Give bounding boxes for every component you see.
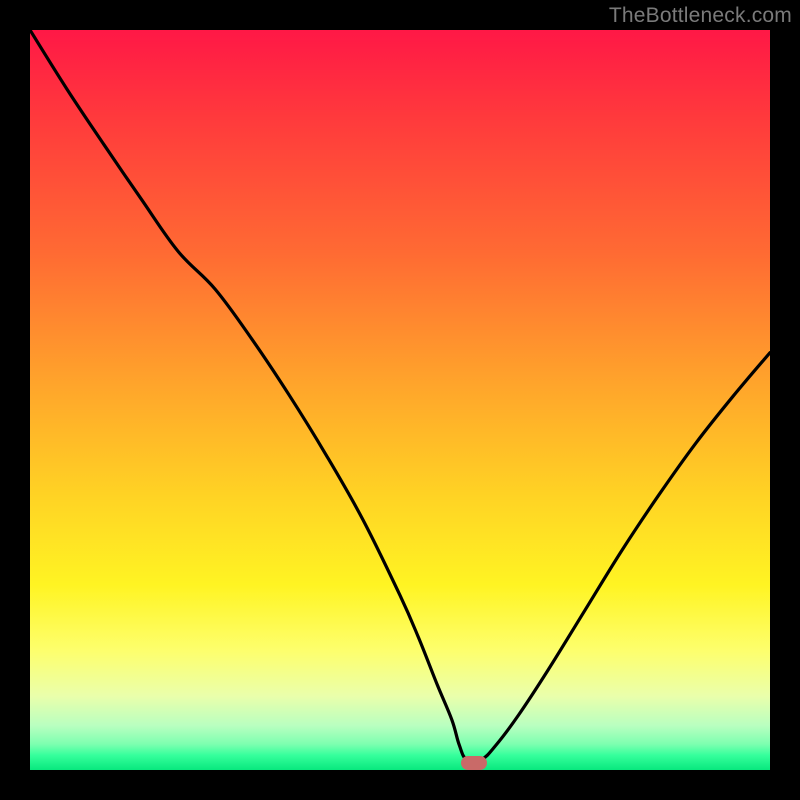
chart-frame: TheBottleneck.com xyxy=(0,0,800,800)
bottleneck-curve xyxy=(30,30,770,770)
watermark-text: TheBottleneck.com xyxy=(609,4,792,28)
optimum-marker xyxy=(461,756,487,770)
plot-area xyxy=(30,30,770,770)
